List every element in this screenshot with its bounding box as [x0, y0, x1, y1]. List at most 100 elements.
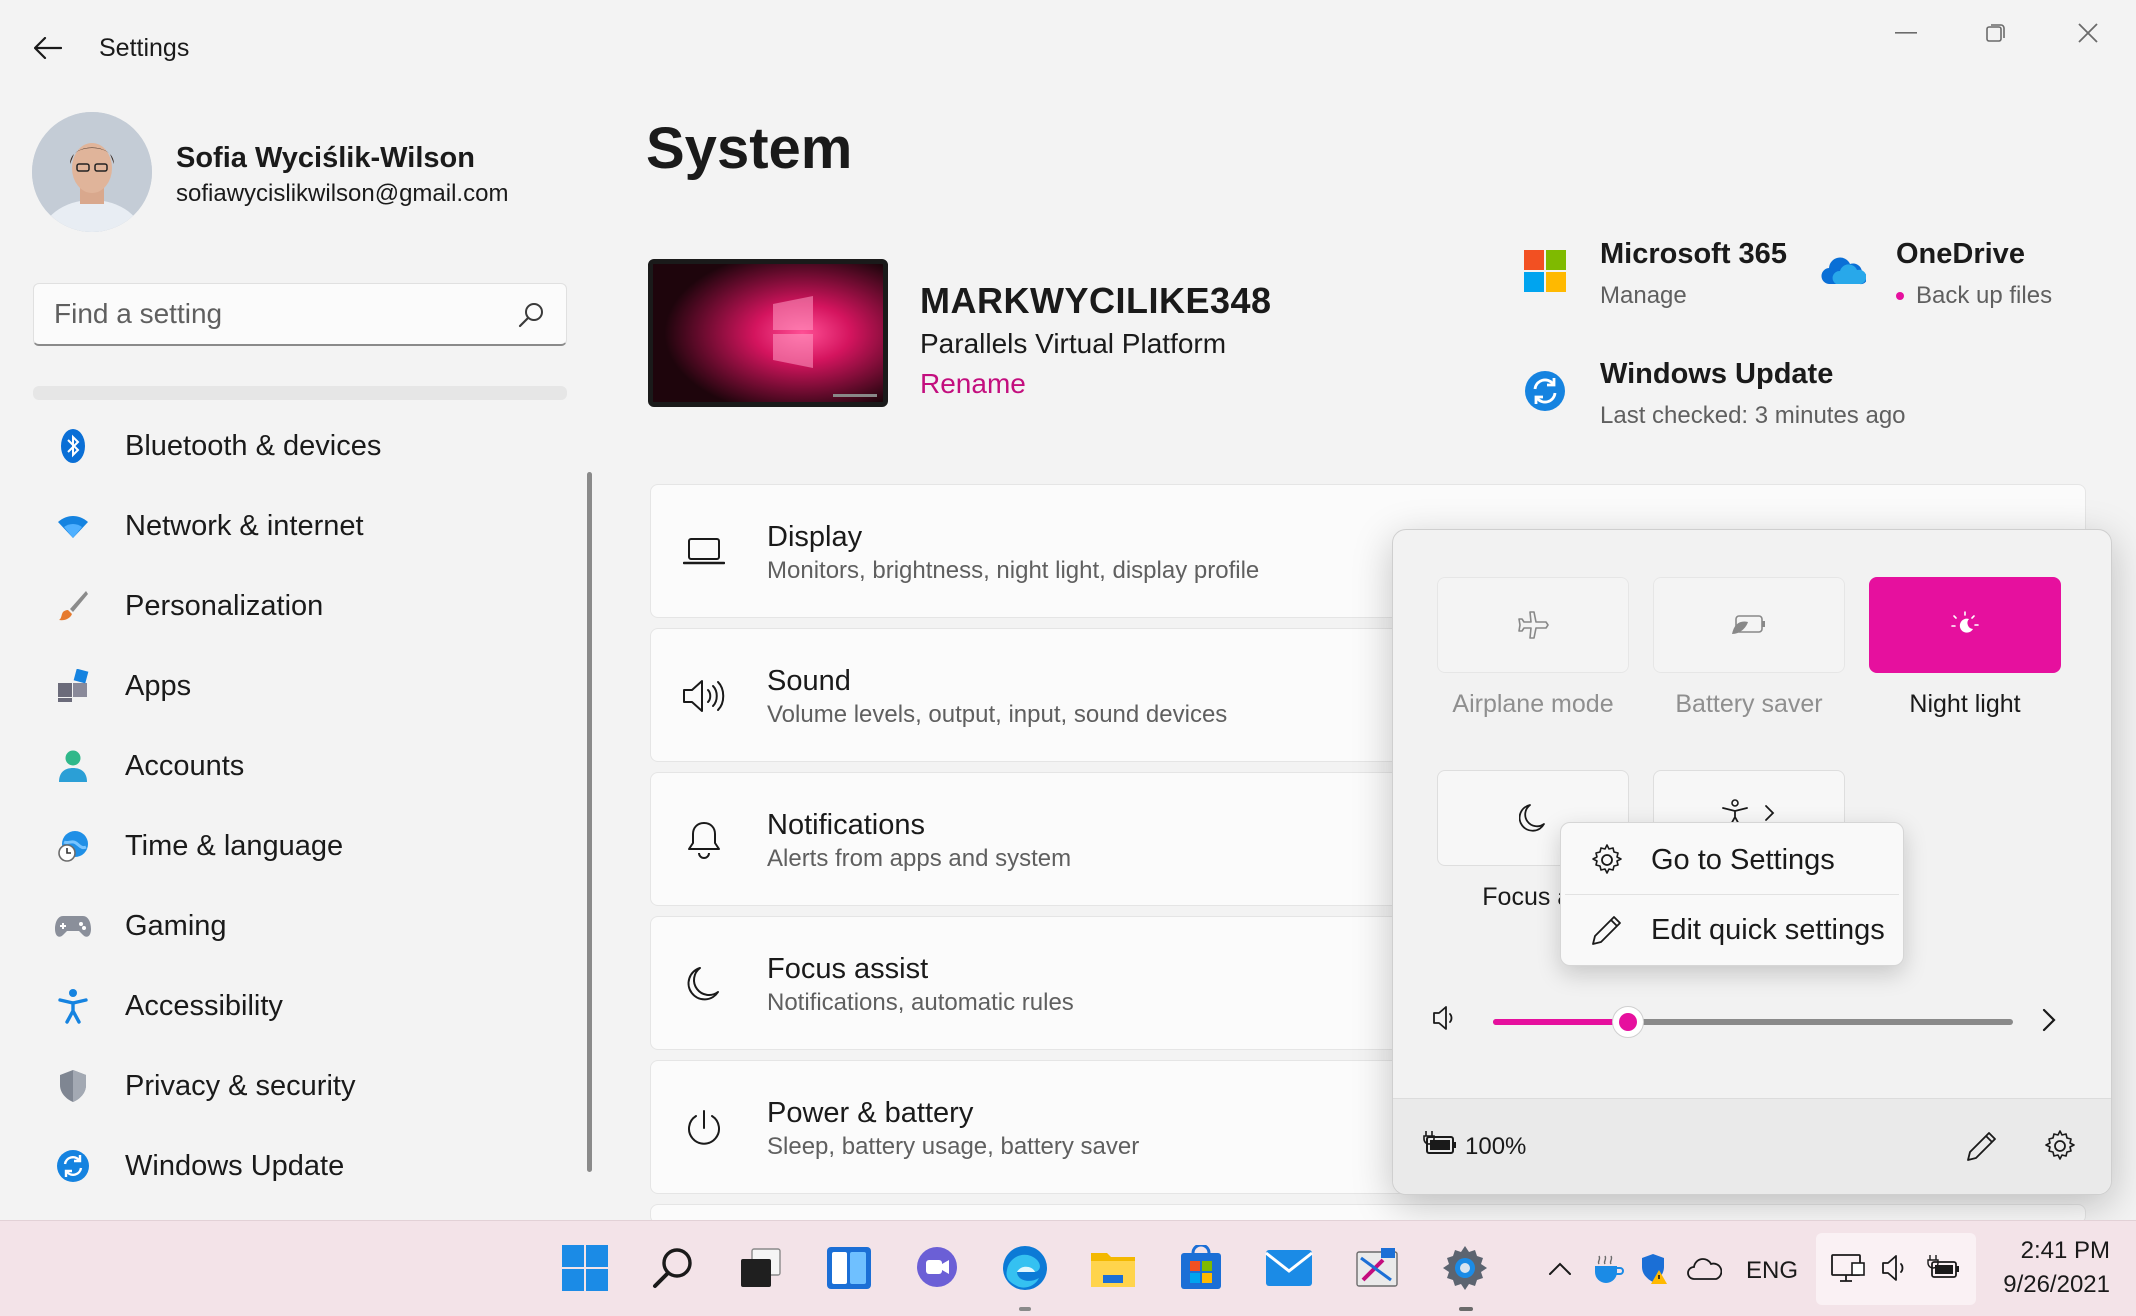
edit-quick-settings-button[interactable] — [1965, 1129, 1999, 1163]
sidebar-item-network[interactable]: Network & internet — [33, 490, 573, 562]
snipping-tool-button[interactable] — [1344, 1235, 1410, 1301]
card-title: Power & battery — [767, 1097, 974, 1129]
moon-icon — [1519, 804, 1545, 832]
task-view-button[interactable] — [728, 1235, 794, 1301]
menu-item-go-to-settings[interactable]: Go to Settings — [1565, 827, 1899, 893]
start-button[interactable] — [552, 1235, 618, 1301]
sidebar-item-accessibility[interactable]: Accessibility — [33, 970, 573, 1042]
apps-icon — [53, 666, 93, 706]
gear-icon — [1443, 1246, 1487, 1290]
card-subtitle: Notifications, automatic rules — [767, 989, 1074, 1016]
edge-running-indicator — [1019, 1307, 1031, 1311]
microsoft-logo-icon — [1524, 250, 1566, 292]
microsoft-365-title[interactable]: Microsoft 365 — [1600, 238, 1787, 271]
avatar[interactable] — [32, 112, 152, 232]
rename-link[interactable]: Rename — [920, 368, 1026, 400]
microsoft-365-manage[interactable]: Manage — [1600, 282, 1687, 310]
windows-update-title[interactable]: Windows Update — [1600, 358, 1833, 391]
clock-time[interactable]: 2:41 PM — [1990, 1237, 2110, 1265]
sidebar-item-label: Time & language — [125, 829, 344, 862]
widgets-button[interactable] — [816, 1235, 882, 1301]
folder-icon — [1091, 1253, 1135, 1287]
laptop-icon — [681, 529, 727, 575]
speaker-icon — [681, 673, 727, 719]
battery-percent: 100% — [1465, 1133, 1527, 1160]
onedrive-title[interactable]: OneDrive — [1896, 238, 2025, 271]
settings-app-button[interactable] — [1432, 1235, 1498, 1301]
title-bar: Settings — [0, 0, 2136, 96]
search-icon — [653, 1248, 692, 1288]
quick-settings-footer: 100% — [1393, 1098, 2111, 1194]
sidebar-item-privacy[interactable]: Privacy & security — [33, 1050, 573, 1122]
volume-icon[interactable] — [1431, 1004, 1459, 1032]
back-button[interactable] — [22, 22, 74, 74]
sidebar-item-personalization[interactable]: Personalization — [33, 570, 573, 642]
taskbar-search-button[interactable] — [640, 1235, 706, 1301]
settings-running-indicator — [1459, 1307, 1473, 1311]
card-title: Sound — [767, 665, 851, 697]
sidebar-selected-item-partial[interactable] — [33, 386, 567, 400]
taskbar: ENG 2:41 PM 9/26/2021 — [0, 1220, 2136, 1316]
windows-update-last-checked: Last checked: 3 minutes ago — [1600, 402, 1906, 429]
file-explorer-button[interactable] — [1080, 1235, 1146, 1301]
onedrive-cloud-icon — [1820, 256, 1866, 286]
snip-icon — [1356, 1248, 1398, 1287]
sidebar-item-label: Accounts — [125, 749, 245, 782]
sidebar-item-time-language[interactable]: Time & language — [33, 810, 573, 882]
brush-icon — [53, 586, 93, 626]
windows-security-icon[interactable] — [1636, 1249, 1676, 1289]
sidebar-item-label: Apps — [125, 669, 192, 702]
battery-saver-icon — [1732, 615, 1765, 634]
cloud-icon — [1687, 1258, 1722, 1280]
sidebar-item-accounts[interactable]: Accounts — [33, 730, 573, 802]
search-input[interactable] — [54, 294, 514, 334]
onedrive-backup[interactable]: Back up files — [1916, 282, 2052, 310]
shield-warning-icon — [1642, 1254, 1667, 1284]
moon-icon — [681, 961, 727, 1007]
volume-slider-thumb[interactable] — [1612, 1006, 1645, 1038]
pencil-icon — [1967, 1132, 1996, 1161]
chevron-right-icon — [2042, 1008, 2056, 1032]
avatar-photo-icon — [32, 112, 152, 232]
all-settings-button[interactable] — [2043, 1129, 2077, 1163]
quick-settings-tray-button[interactable] — [1816, 1233, 1976, 1305]
tray-app-icon[interactable] — [1588, 1249, 1628, 1289]
windows-logo-icon — [562, 1245, 608, 1291]
pencil-icon — [1589, 912, 1625, 948]
tile-battery-saver[interactable] — [1653, 577, 1845, 673]
minimize-icon — [1895, 32, 1917, 34]
volume-output-chevron[interactable] — [2039, 1002, 2059, 1038]
card-subtitle: Volume levels, output, input, sound devi… — [767, 701, 1228, 728]
clock-date[interactable]: 9/26/2021 — [1980, 1271, 2110, 1299]
search-icon[interactable] — [516, 300, 546, 330]
edge-button[interactable] — [992, 1235, 1058, 1301]
language-indicator[interactable]: ENG — [1746, 1257, 1798, 1285]
menu-item-edit-quick-settings[interactable]: Edit quick settings — [1565, 897, 1899, 963]
edge-browser-icon — [1003, 1246, 1047, 1290]
tile-label-airplane-mode: Airplane mode — [1452, 690, 1614, 718]
sidebar-item-bluetooth[interactable]: Bluetooth & devices — [33, 410, 573, 482]
tile-airplane-mode[interactable] — [1437, 577, 1629, 673]
show-hidden-icons-button[interactable] — [1540, 1249, 1580, 1289]
arrow-left-icon — [34, 37, 62, 59]
night-light-icon — [1951, 611, 1979, 633]
restore-icon — [1986, 24, 2005, 42]
tile-night-light[interactable] — [1869, 577, 2061, 673]
sidebar-item-label: Windows Update — [125, 1149, 345, 1182]
onedrive-tray-icon[interactable] — [1684, 1249, 1724, 1289]
menu-item-label: Go to Settings — [1651, 843, 1835, 876]
microsoft-store-button[interactable] — [1168, 1235, 1234, 1301]
shield-icon — [53, 1066, 93, 1106]
sidebar-item-apps[interactable]: Apps — [33, 650, 573, 722]
close-icon — [2078, 23, 2098, 43]
mail-button[interactable] — [1256, 1235, 1322, 1301]
sidebar-scrollbar[interactable] — [587, 472, 592, 1172]
sidebar-item-gaming[interactable]: Gaming — [33, 890, 573, 962]
teams-chat-button[interactable] — [904, 1235, 970, 1301]
restore-button[interactable] — [1956, 10, 2036, 56]
card-title: Display — [767, 521, 863, 553]
minimize-button[interactable] — [1866, 10, 1946, 56]
gear-icon — [2045, 1130, 2075, 1160]
close-button[interactable] — [2048, 10, 2128, 56]
sidebar-item-windows-update[interactable]: Windows Update — [33, 1130, 573, 1202]
